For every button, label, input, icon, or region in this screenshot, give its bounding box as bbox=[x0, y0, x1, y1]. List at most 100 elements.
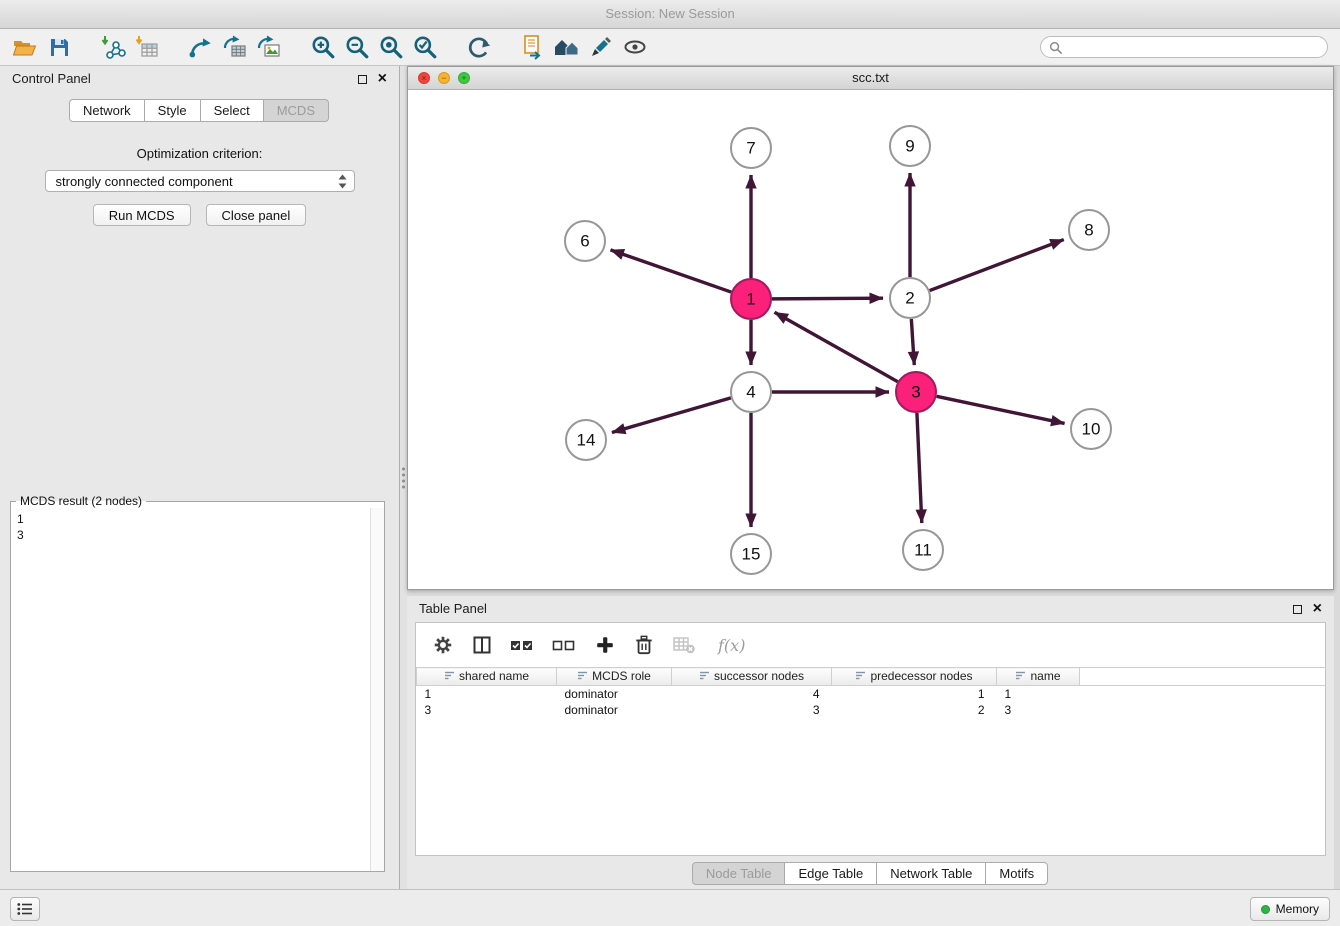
column-header-shared-name[interactable]: shared name bbox=[417, 668, 557, 686]
delete-rows-button[interactable] bbox=[634, 634, 654, 656]
zoom-in-button[interactable] bbox=[306, 32, 340, 62]
control-panel-header: Control Panel × bbox=[0, 66, 399, 92]
run-mcds-button[interactable]: Run MCDS bbox=[93, 204, 191, 226]
tab-node-table[interactable]: Node Table bbox=[692, 862, 786, 885]
status-bar: Memory bbox=[0, 889, 1340, 926]
open-folder-icon bbox=[12, 35, 38, 59]
add-row-button[interactable] bbox=[594, 634, 616, 656]
show-hide-button[interactable] bbox=[618, 32, 652, 62]
edge-1-6[interactable] bbox=[610, 250, 731, 292]
show-columns-button[interactable] bbox=[472, 635, 492, 655]
zoom-out-button[interactable] bbox=[340, 32, 374, 62]
close-window-icon[interactable]: × bbox=[418, 72, 430, 84]
export-image-button[interactable] bbox=[252, 32, 286, 62]
export-table-button[interactable] bbox=[218, 32, 252, 62]
memory-button[interactable]: Memory bbox=[1250, 897, 1330, 921]
result-scrollbar[interactable] bbox=[370, 508, 384, 871]
tab-motifs[interactable]: Motifs bbox=[985, 862, 1048, 885]
optimization-label: Optimization criterion: bbox=[0, 146, 399, 161]
edge-3-1[interactable] bbox=[775, 312, 898, 381]
panel-splitter[interactable] bbox=[400, 66, 407, 890]
network-window: × − + scc.txt 7968124314101511 bbox=[407, 66, 1334, 590]
tab-edge-table[interactable]: Edge Table bbox=[784, 862, 877, 885]
network-window-titlebar[interactable]: × − + scc.txt bbox=[408, 67, 1333, 90]
column-header-name[interactable]: name bbox=[997, 668, 1080, 686]
unchecked-boxes-icon bbox=[552, 636, 576, 654]
column-header-filler bbox=[1080, 668, 1326, 686]
import-table-button[interactable] bbox=[130, 32, 164, 62]
memory-status-icon bbox=[1261, 905, 1270, 914]
list-icon bbox=[17, 902, 33, 916]
open-session-button[interactable] bbox=[8, 32, 42, 62]
edge-4-14[interactable] bbox=[612, 398, 731, 433]
table-panel-title: Table Panel bbox=[419, 601, 487, 616]
home-layout-button[interactable] bbox=[550, 32, 584, 62]
sort-icon bbox=[1015, 670, 1026, 681]
zoom-in-icon bbox=[310, 34, 336, 60]
close-panel-button[interactable]: Close panel bbox=[206, 204, 307, 226]
edge-3-11[interactable] bbox=[917, 413, 922, 523]
edge-3-10[interactable] bbox=[937, 396, 1065, 423]
edge-2-8[interactable] bbox=[930, 240, 1064, 291]
edge-2-3[interactable] bbox=[911, 319, 914, 365]
tab-select[interactable]: Select bbox=[200, 99, 264, 122]
column-header-MCDS-role[interactable]: MCDS role bbox=[557, 668, 672, 686]
task-history-button[interactable] bbox=[10, 897, 40, 921]
optimization-dropdown[interactable]: strongly connected component bbox=[45, 170, 355, 192]
export-network-button[interactable] bbox=[184, 32, 218, 62]
home-icon bbox=[553, 35, 581, 59]
copy-style-button[interactable] bbox=[516, 32, 550, 62]
zoom-selected-button[interactable] bbox=[408, 32, 442, 62]
function-builder-button[interactable]: f(x) bbox=[714, 636, 745, 655]
node-label-4: 4 bbox=[746, 383, 755, 402]
float-panel-icon[interactable] bbox=[358, 75, 367, 84]
node-label-6: 6 bbox=[580, 232, 589, 251]
tab-network-table[interactable]: Network Table bbox=[876, 862, 986, 885]
search-input[interactable] bbox=[1067, 39, 1319, 56]
refresh-view-button[interactable] bbox=[462, 32, 496, 62]
table-panel: Table Panel × bbox=[407, 596, 1334, 890]
network-canvas[interactable]: 7968124314101511 bbox=[408, 90, 1333, 590]
mcds-result-content: 13 bbox=[11, 508, 370, 871]
memory-label: Memory bbox=[1276, 902, 1319, 916]
node-label-7: 7 bbox=[746, 139, 755, 158]
node-label-2: 2 bbox=[905, 289, 914, 308]
float-table-panel-icon[interactable] bbox=[1293, 605, 1302, 614]
select-all-rows-button[interactable] bbox=[510, 636, 534, 654]
maximize-window-icon[interactable]: + bbox=[458, 72, 470, 84]
sort-icon bbox=[699, 670, 710, 681]
table-header-row: shared nameMCDS rolesuccessor nodesprede… bbox=[417, 668, 1326, 686]
tab-style[interactable]: Style bbox=[144, 99, 201, 122]
column-header-successor-nodes[interactable]: successor nodes bbox=[672, 668, 832, 686]
floppy-disk-icon bbox=[47, 35, 71, 59]
tab-network[interactable]: Network bbox=[69, 99, 145, 122]
table-options-button[interactable] bbox=[432, 634, 454, 656]
close-panel-icon[interactable]: × bbox=[378, 71, 387, 87]
delete-table-button[interactable] bbox=[672, 635, 696, 655]
network-window-title: scc.txt bbox=[852, 70, 889, 85]
import-network-button[interactable] bbox=[96, 32, 130, 62]
unselect-all-rows-button[interactable] bbox=[552, 636, 576, 654]
minimize-window-icon[interactable]: − bbox=[438, 72, 450, 84]
column-header-predecessor-nodes[interactable]: predecessor nodes bbox=[832, 668, 997, 686]
import-table-icon bbox=[134, 34, 160, 60]
fx-label: f(x) bbox=[718, 636, 745, 655]
node-label-15: 15 bbox=[742, 545, 761, 564]
zoom-fit-button[interactable] bbox=[374, 32, 408, 62]
eye-icon bbox=[622, 35, 648, 59]
sort-icon bbox=[855, 670, 866, 681]
search-box[interactable] bbox=[1040, 36, 1328, 58]
save-session-button[interactable] bbox=[42, 32, 76, 62]
edge-1-2[interactable] bbox=[772, 298, 883, 299]
table-row[interactable]: 1dominator411 bbox=[417, 686, 1326, 703]
window-titlebar: Session: New Session bbox=[0, 0, 1340, 29]
close-table-panel-icon[interactable]: × bbox=[1313, 601, 1322, 617]
main-toolbar bbox=[0, 29, 1340, 66]
application-window: Session: New Session bbox=[0, 0, 1340, 926]
tab-mcds[interactable]: MCDS bbox=[263, 99, 329, 122]
apply-style-button[interactable] bbox=[584, 32, 618, 62]
mcds-result-title: MCDS result (2 nodes) bbox=[16, 494, 146, 508]
node-label-1: 1 bbox=[746, 290, 755, 309]
refresh-icon bbox=[466, 34, 492, 60]
table-row[interactable]: 3dominator323 bbox=[417, 702, 1326, 718]
